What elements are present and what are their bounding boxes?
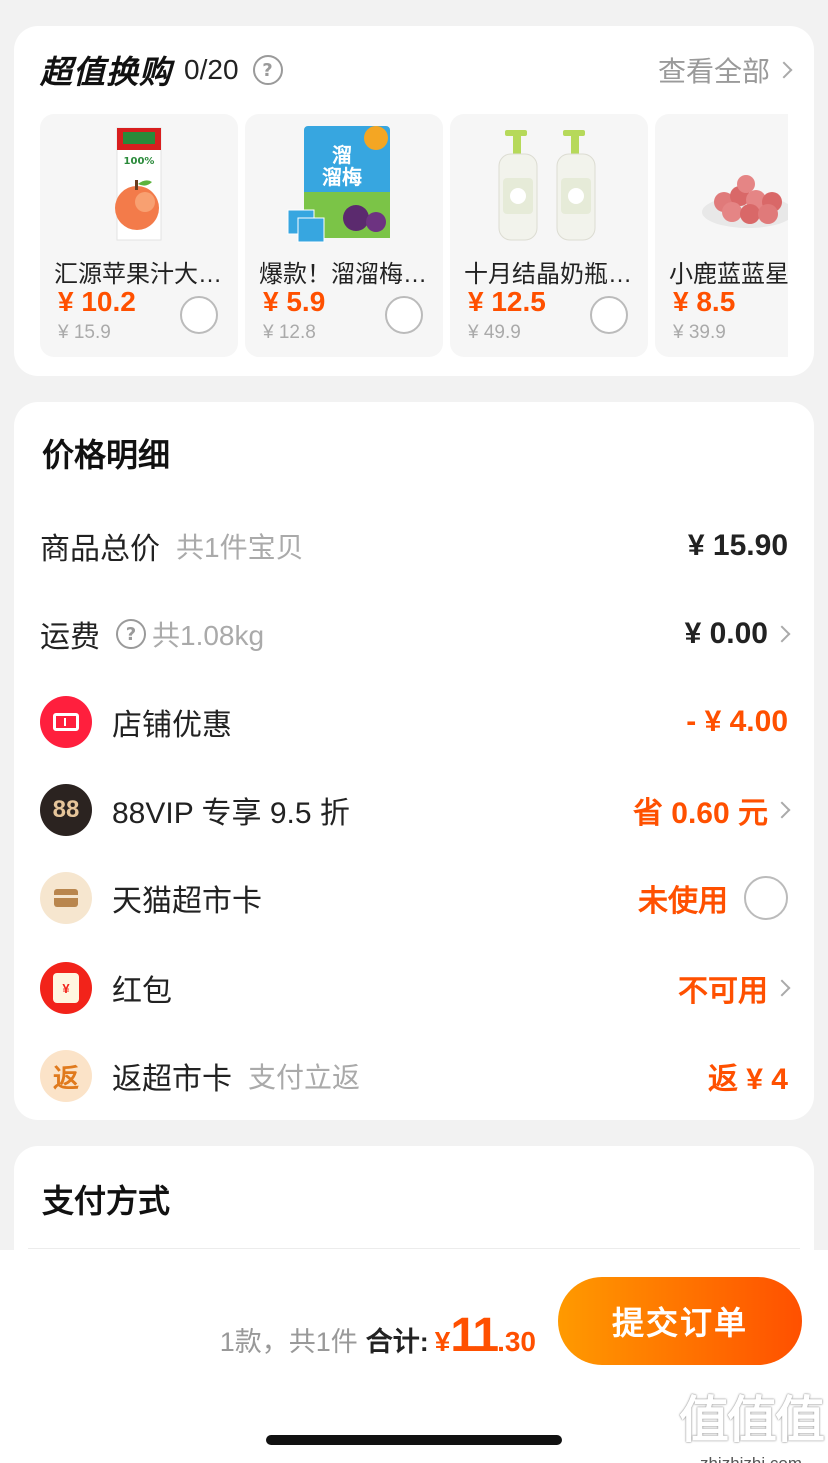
help-icon[interactable]: ? (116, 619, 146, 649)
shipping-row[interactable]: 运费 ? 共1.08kg ¥ 0.00 (40, 606, 791, 662)
product-price: ¥ 10.2 (58, 286, 136, 317)
vip-savings: 省 0.60 元 (632, 797, 768, 830)
watermark-logo: 值值值 (679, 1392, 825, 1448)
total-price-value: ¥ 15.90 (687, 529, 788, 562)
svg-text:溜: 溜 (332, 143, 352, 167)
total-amount-integer: 11 (450, 1309, 499, 1362)
cashback-sub: 支付立返 (248, 1062, 361, 1093)
exchange-product[interactable]: 十月结晶奶瓶… ¥ 12.5 ¥ 49.9 (450, 114, 648, 357)
product-original-price: ¥ 39.9 (673, 322, 726, 343)
red-packet-row[interactable]: ¥ 红包 不可用 (40, 960, 791, 1016)
exchange-count: 0/20 (184, 54, 239, 85)
chevron-right-icon (773, 801, 791, 819)
exchange-product[interactable]: 溜 溜梅 爆款！溜溜梅… ¥ 5.9 ¥ 12.8 (245, 114, 443, 357)
total-label: 合计: (365, 1327, 429, 1357)
total-amount-decimal: .30 (497, 1326, 536, 1357)
watermark: 值值值 zhizhizhi.com (676, 1380, 826, 1463)
cashback-label: 返超市卡 (112, 1063, 232, 1096)
gift-card-icon (40, 872, 92, 924)
home-indicator[interactable] (266, 1435, 562, 1445)
order-summary: 1款，共1件 合计: ¥ 11 .30 (220, 1308, 536, 1368)
plum-snack-icon: 溜 溜梅 (287, 126, 390, 243)
shipping-weight: 共1.08kg (152, 620, 265, 651)
svg-text:100%: 100% (124, 156, 155, 167)
product-name: 汇源苹果汁大… (54, 261, 222, 288)
currency-symbol: ¥ (434, 1326, 451, 1357)
exchange-card: 超值换购 0/20 ? 查看全部 100% 汇源苹果汁大… ¥ 10.2 ¥ 1… (14, 26, 814, 376)
juice-carton-icon: 100% (115, 127, 162, 241)
red-packet-label: 红包 (112, 975, 172, 1008)
select-radio[interactable] (180, 296, 218, 334)
product-name: 十月结晶奶瓶… (464, 261, 632, 288)
red-packet-glyph: ¥ (53, 973, 79, 1003)
submit-order-button[interactable]: 提交订单 (558, 1277, 802, 1365)
shop-discount-row: 店铺优惠 - ¥ 4.00 (40, 694, 788, 750)
product-name: 爆款！溜溜梅… (259, 261, 427, 288)
shop-discount-label: 店铺优惠 (112, 709, 232, 742)
chevron-right-icon (773, 625, 791, 643)
coupon-ticket-icon (40, 696, 92, 748)
help-icon[interactable]: ? (252, 55, 283, 85)
shipping-label: 运费 (40, 621, 100, 654)
vip-discount-row[interactable]: 88 88VIP 专享 9.5 折 省 0.60 元 (40, 782, 791, 838)
price-detail-title: 价格明细 (42, 437, 171, 473)
tmall-card-value-group: 未使用 (638, 876, 788, 920)
select-radio[interactable] (385, 296, 423, 334)
product-price: ¥ 5.9 (263, 286, 326, 317)
cashback-row: 返 返超市卡 支付立返 返 ¥ 4 (40, 1048, 788, 1104)
select-radio[interactable] (590, 296, 628, 334)
price-detail-card: 价格明细 商品总价 共1件宝贝 ¥ 15.90 运费 ? 共1.08kg ¥ 0… (14, 402, 814, 1120)
product-original-price: ¥ 15.9 (58, 322, 111, 343)
foam-bottle-icon (498, 130, 596, 241)
cashback-value: 返 ¥ 4 (707, 1063, 788, 1096)
vip-value-group: 省 0.60 元 (632, 788, 791, 832)
item-count: 共1件宝贝 (176, 532, 304, 563)
payment-title: 支付方式 (42, 1183, 171, 1219)
product-name: 小鹿蓝蓝星 (669, 261, 788, 288)
shipping-value-group: ¥ 0.00 (684, 617, 791, 651)
exchange-header: 超值换购 0/20 ? 查看全部 (40, 48, 793, 92)
exchange-product[interactable]: 小鹿蓝蓝星 ¥ 8.5 ¥ 39.9 (655, 114, 788, 357)
red-packet-value-group: 不可用 (678, 966, 791, 1010)
tmall-card-radio[interactable] (744, 876, 788, 920)
product-price: ¥ 12.5 (468, 286, 546, 317)
view-all-link[interactable]: 查看全部 (657, 50, 793, 90)
svg-text:溜梅: 溜梅 (322, 165, 362, 189)
chevron-right-icon (775, 61, 793, 79)
watermark-url: zhizhizhi.com (676, 1454, 826, 1463)
cashback-icon: 返 (40, 1050, 92, 1102)
vip-discount-label: 88VIP 专享 9.5 折 (112, 797, 350, 830)
tmall-card-status: 未使用 (638, 885, 728, 918)
red-packet-icon: ¥ (40, 962, 92, 1014)
exchange-product-list: 100% 汇源苹果汁大… ¥ 10.2 ¥ 15.9 溜 溜梅 爆款！溜溜梅… … (40, 114, 788, 357)
checkout-bar: 1款，共1件 合计: ¥ 11 .30 提交订单 值值值 zhizhizhi.c… (0, 1250, 828, 1463)
product-original-price: ¥ 49.9 (468, 322, 521, 343)
item-count-summary: 1款，共1件 (219, 1327, 358, 1357)
divider (28, 1248, 800, 1249)
chevron-right-icon (773, 979, 791, 997)
total-price-label: 商品总价 (40, 533, 160, 566)
exchange-title: 超值换购 (40, 54, 173, 90)
peanut-snack-icon (702, 175, 788, 228)
tmall-card-label: 天猫超市卡 (112, 885, 262, 918)
tmall-card-row[interactable]: 天猫超市卡 未使用 (40, 870, 788, 926)
shop-discount-value: - ¥ 4.00 (686, 705, 788, 738)
product-price: ¥ 8.5 (673, 286, 736, 317)
exchange-product[interactable]: 100% 汇源苹果汁大… ¥ 10.2 ¥ 15.9 (40, 114, 238, 357)
product-original-price: ¥ 12.8 (263, 322, 316, 343)
shipping-fee: ¥ 0.00 (684, 617, 768, 650)
view-all-label: 查看全部 (657, 56, 770, 87)
red-packet-status: 不可用 (678, 975, 768, 1008)
total-price-row: 商品总价 共1件宝贝 ¥ 15.90 (40, 518, 788, 574)
vip-88-icon: 88 (40, 784, 92, 836)
